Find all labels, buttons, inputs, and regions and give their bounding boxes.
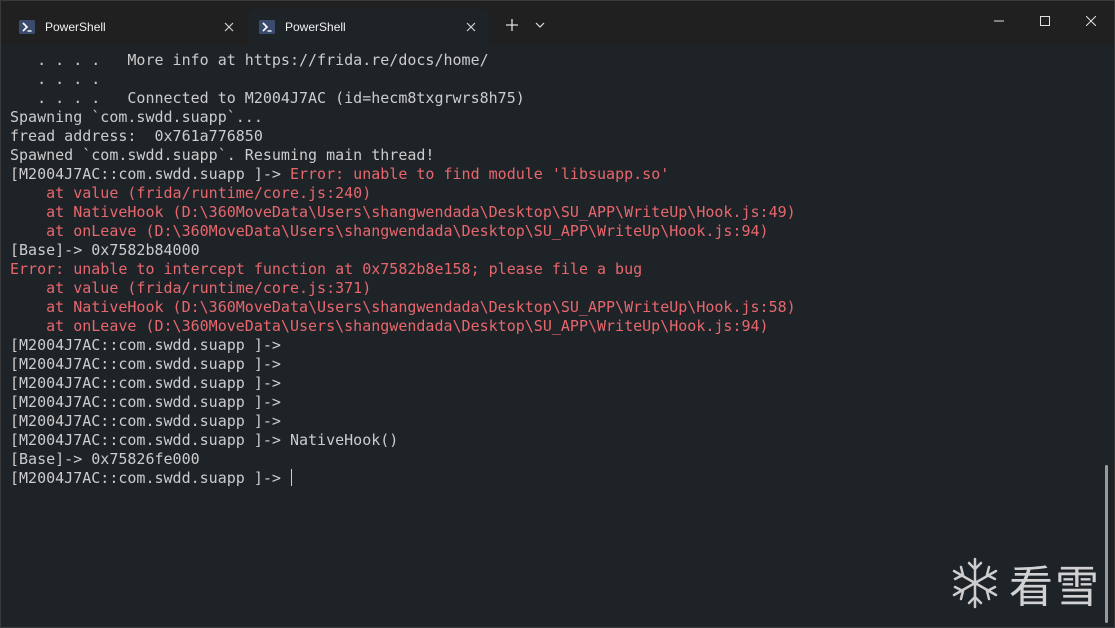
terminal-line-text: [M2004J7AC::com.swdd.suapp ]-> (10, 165, 290, 183)
terminal-line-text: fread address: 0x761a776850 (10, 127, 263, 145)
minimize-button[interactable] (976, 1, 1022, 41)
terminal-line-text: [M2004J7AC::com.swdd.suapp ]-> (10, 355, 281, 373)
terminal-line-text: [M2004J7AC::com.swdd.suapp ]-> (10, 412, 281, 430)
terminal-output[interactable]: . . . . More info at https://frida.re/do… (1, 45, 1101, 627)
maximize-button[interactable] (1022, 1, 1068, 41)
watermark: 看雪 (949, 551, 1101, 615)
terminal-line-text: . . . . Connected to M2004J7AC (id=hecm8… (10, 89, 525, 107)
terminal-line: [M2004J7AC::com.swdd.suapp ]-> (10, 374, 1101, 393)
terminal-line: [M2004J7AC::com.swdd.suapp ]-> (10, 336, 1101, 355)
tab-label: PowerShell (45, 20, 106, 34)
profile-dropdown-button[interactable] (528, 11, 552, 39)
error-text: Error: unable to find module 'libsuapp.s… (289, 165, 670, 183)
error-text: Error: unable to intercept function at 0… (10, 260, 643, 278)
terminal-line: . . . . (10, 70, 1101, 89)
terminal-line: Error: unable to intercept function at 0… (10, 260, 1101, 279)
new-tab-button[interactable] (498, 11, 526, 39)
tab-close-icon[interactable] (215, 13, 243, 41)
powershell-icon (259, 20, 275, 34)
terminal-line-text: [M2004J7AC::com.swdd.suapp ]-> (10, 469, 290, 487)
error-text: at onLeave (D:\360MoveData\Users\shangwe… (10, 222, 769, 240)
error-text: at onLeave (D:\360MoveData\Users\shangwe… (10, 317, 769, 335)
terminal-window: PowerShell PowerShell . . . . More info … (0, 0, 1115, 628)
error-text: at NativeHook (D:\360MoveData\Users\shan… (10, 203, 796, 221)
snowflake-icon (952, 557, 998, 609)
terminal-line: [M2004J7AC::com.swdd.suapp ]-> Error: un… (10, 165, 1101, 184)
terminal-line: Spawned `com.swdd.suapp`. Resuming main … (10, 146, 1101, 165)
terminal-line: at value (frida/runtime/core.js:371) (10, 279, 1101, 298)
maximize-icon (1040, 16, 1050, 26)
tab-powershell-1[interactable]: PowerShell (9, 9, 247, 45)
close-window-button[interactable] (1068, 1, 1114, 41)
terminal-line: at onLeave (D:\360MoveData\Users\shangwe… (10, 222, 1101, 241)
watermark-text: 看雪 (1009, 562, 1101, 613)
terminal-line-text: [Base]-> 0x75826fe000 (10, 450, 200, 468)
terminal-line: at onLeave (D:\360MoveData\Users\shangwe… (10, 317, 1101, 336)
tab-close-icon[interactable] (457, 13, 485, 41)
terminal-line-text: . . . . More info at https://frida.re/do… (10, 51, 489, 69)
close-icon (1086, 16, 1096, 26)
tab-label: PowerShell (285, 20, 346, 34)
plus-icon (506, 19, 518, 31)
terminal-line: Spawning `com.swdd.suapp`... (10, 108, 1101, 127)
terminal-line-text: [M2004J7AC::com.swdd.suapp ]-> NativeHoo… (10, 431, 399, 449)
terminal-line: fread address: 0x761a776850 (10, 127, 1101, 146)
tab-strip: PowerShell PowerShell (1, 1, 1114, 45)
terminal-line: . . . . More info at https://frida.re/do… (10, 51, 1101, 70)
terminal-line: [M2004J7AC::com.swdd.suapp ]-> (10, 469, 1101, 488)
terminal-line-text: Spawned `com.swdd.suapp`. Resuming main … (10, 146, 435, 164)
terminal-line: at value (frida/runtime/core.js:240) (10, 184, 1101, 203)
terminal-line-text: Spawning `com.swdd.suapp`... (10, 108, 263, 126)
terminal-line: [M2004J7AC::com.swdd.suapp ]-> NativeHoo… (10, 431, 1101, 450)
chevron-down-icon (535, 22, 545, 28)
terminal-line: at NativeHook (D:\360MoveData\Users\shan… (10, 298, 1101, 317)
error-text: at value (frida/runtime/core.js:240) (10, 184, 372, 202)
terminal-line: [M2004J7AC::com.swdd.suapp ]-> (10, 412, 1101, 431)
powershell-icon (19, 20, 35, 34)
terminal-line: at NativeHook (D:\360MoveData\Users\shan… (10, 203, 1101, 222)
terminal-line-text: [Base]-> 0x7582b84000 (10, 241, 200, 259)
terminal-line: [Base]-> 0x75826fe000 (10, 450, 1101, 469)
tab-powershell-2[interactable]: PowerShell (249, 9, 489, 45)
scrollbar[interactable] (1105, 465, 1108, 623)
terminal-line-text: . . . . (10, 70, 101, 88)
terminal-line: [M2004J7AC::com.swdd.suapp ]-> (10, 393, 1101, 412)
terminal-line: [Base]-> 0x7582b84000 (10, 241, 1101, 260)
terminal-line-text: [M2004J7AC::com.swdd.suapp ]-> (10, 336, 281, 354)
terminal-line-text: [M2004J7AC::com.swdd.suapp ]-> (10, 393, 281, 411)
terminal-line: [M2004J7AC::com.swdd.suapp ]-> (10, 355, 1101, 374)
error-text: at value (frida/runtime/core.js:371) (10, 279, 372, 297)
text-cursor (290, 469, 292, 486)
minimize-icon (994, 20, 1004, 22)
terminal-line: . . . . Connected to M2004J7AC (id=hecm8… (10, 89, 1101, 108)
error-text: at NativeHook (D:\360MoveData\Users\shan… (10, 298, 796, 316)
terminal-line-text: [M2004J7AC::com.swdd.suapp ]-> (10, 374, 281, 392)
